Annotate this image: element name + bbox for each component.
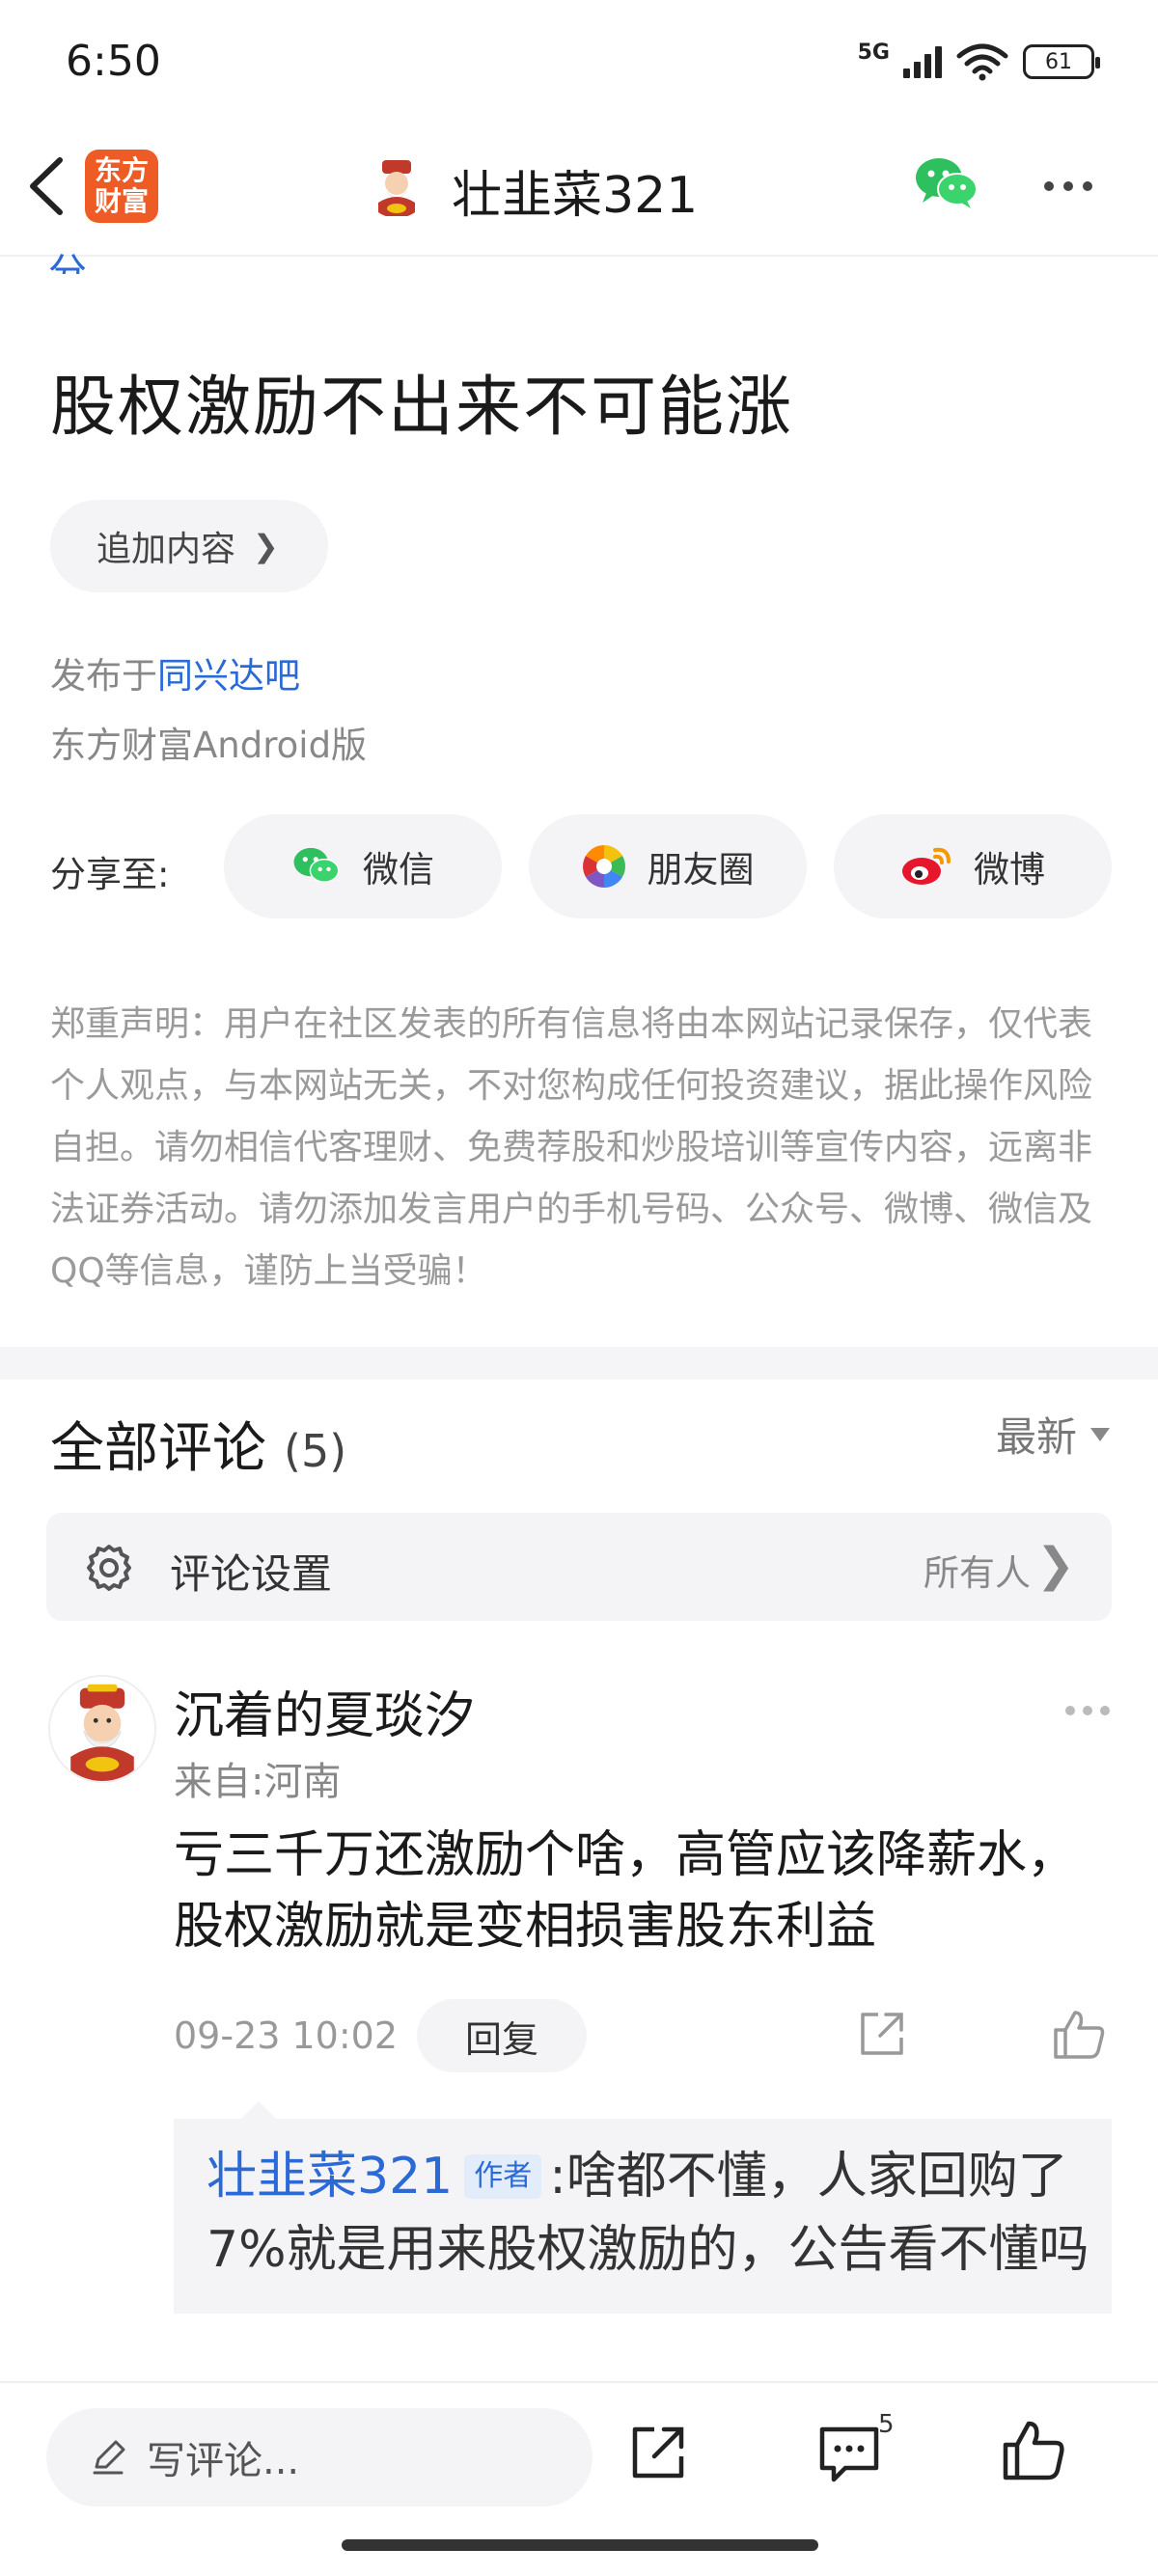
share-weibo-label: 微博 xyxy=(974,849,1045,891)
append-content-button[interactable]: 追加内容 ❯ xyxy=(50,500,328,592)
nav-title: 壮韭菜321 xyxy=(452,167,699,225)
comment-count-badge: 5 xyxy=(878,2410,895,2439)
pencil-icon xyxy=(93,2440,125,2475)
post-client: 东方财富Android版 xyxy=(50,725,368,766)
comment-settings-row[interactable]: 评论设置 所有人 ❯ xyxy=(46,1513,1112,1621)
share-weibo-button[interactable]: 微博 xyxy=(834,814,1112,918)
author-avatar-icon[interactable] xyxy=(365,154,428,218)
post-title: 股权激励不出来不可能涨 xyxy=(50,370,794,446)
write-comment-input[interactable]: 写评论... xyxy=(46,2408,593,2507)
author-badge: 作者 xyxy=(464,2154,542,2199)
nav-divider xyxy=(0,255,1158,257)
share-wechat-button[interactable]: 微信 xyxy=(224,814,502,918)
section-divider xyxy=(0,1347,1158,1380)
more-icon[interactable] xyxy=(1044,181,1092,191)
thumbs-up-icon[interactable] xyxy=(1052,2007,1106,2061)
comment-icon[interactable] xyxy=(816,2422,882,2487)
share-icon[interactable] xyxy=(627,2422,689,2483)
board-link[interactable]: 同兴达吧 xyxy=(157,655,300,697)
reply-block[interactable]: 壮韭菜321 作者:啥都不懂，人家回购了7%就是用来股权激励的，公告看不懂吗 xyxy=(174,2101,1112,2314)
network-type: 5G xyxy=(857,40,890,65)
comment-username[interactable]: 沉着的夏琰汐 xyxy=(174,1675,475,1747)
append-content-label: 追加内容 xyxy=(96,530,236,569)
comments-count: (5) xyxy=(284,1425,347,1477)
battery-icon: 61 xyxy=(1023,44,1100,79)
moments-icon xyxy=(582,845,625,888)
app-logo[interactable]: 东方财富 xyxy=(85,150,158,223)
chevron-right-icon: ❯ xyxy=(1035,1538,1075,1592)
comments-title: 全部评论 (5) xyxy=(50,1417,347,1480)
status-time: 6:50 xyxy=(66,37,161,86)
weibo-icon xyxy=(902,847,951,885)
comment-settings-value: 所有人 xyxy=(924,1552,1031,1594)
comment-time: 09-23 10:02 xyxy=(174,2014,399,2057)
more-icon[interactable] xyxy=(1065,1706,1110,1715)
thumbs-up-icon[interactable] xyxy=(1002,2418,1065,2481)
comment-settings-label: 评论设置 xyxy=(170,1550,333,1598)
share-icon[interactable] xyxy=(857,2009,907,2059)
caret-down-icon xyxy=(1090,1427,1110,1441)
share-wechat-label: 微信 xyxy=(363,849,434,891)
back-icon[interactable] xyxy=(21,152,71,220)
share-label: 分享至: xyxy=(50,854,170,895)
bottom-bar: 写评论... 5 xyxy=(0,2383,1158,2576)
wechat-icon xyxy=(293,847,340,883)
write-comment-placeholder: 写评论... xyxy=(147,2439,300,2483)
status-icons: 5G 61 xyxy=(857,40,1100,81)
home-indicator[interactable] xyxy=(342,2539,818,2551)
sort-dropdown[interactable]: 最新 xyxy=(996,1405,1110,1464)
signal-icon xyxy=(903,45,942,78)
reply-author[interactable]: 壮韭菜321 xyxy=(207,2148,453,2206)
wechat-icon[interactable] xyxy=(913,154,980,212)
reply-button[interactable]: 回复 xyxy=(417,1999,587,2072)
disclaimer: 郑重声明：用户在社区发表的所有信息将由本网站记录保存，仅代表个人观点，与本网站无… xyxy=(50,1004,1093,1291)
comment-text: 亏三千万还激励个啥，高管应该降薪水，股权激励就是变相损害股东利益 xyxy=(174,1826,1078,1956)
share-moments-button[interactable]: 朋友圈 xyxy=(529,814,807,918)
sort-label: 最新 xyxy=(995,1413,1077,1461)
reply-text: 壮韭菜321 作者:啥都不懂，人家回购了7%就是用来股权激励的，公告看不懂吗 xyxy=(207,2140,1094,2287)
posted-in: 发布于同兴达吧 xyxy=(50,655,300,697)
avatar[interactable] xyxy=(48,1675,156,1783)
comment-location: 来自:河南 xyxy=(174,1760,342,1804)
truncated-text: 分 xyxy=(48,251,87,274)
share-moments-label: 朋友圈 xyxy=(647,849,755,891)
gear-icon xyxy=(87,1545,131,1591)
chevron-right-icon: ❯ xyxy=(253,528,279,564)
wifi-icon xyxy=(956,43,1008,81)
